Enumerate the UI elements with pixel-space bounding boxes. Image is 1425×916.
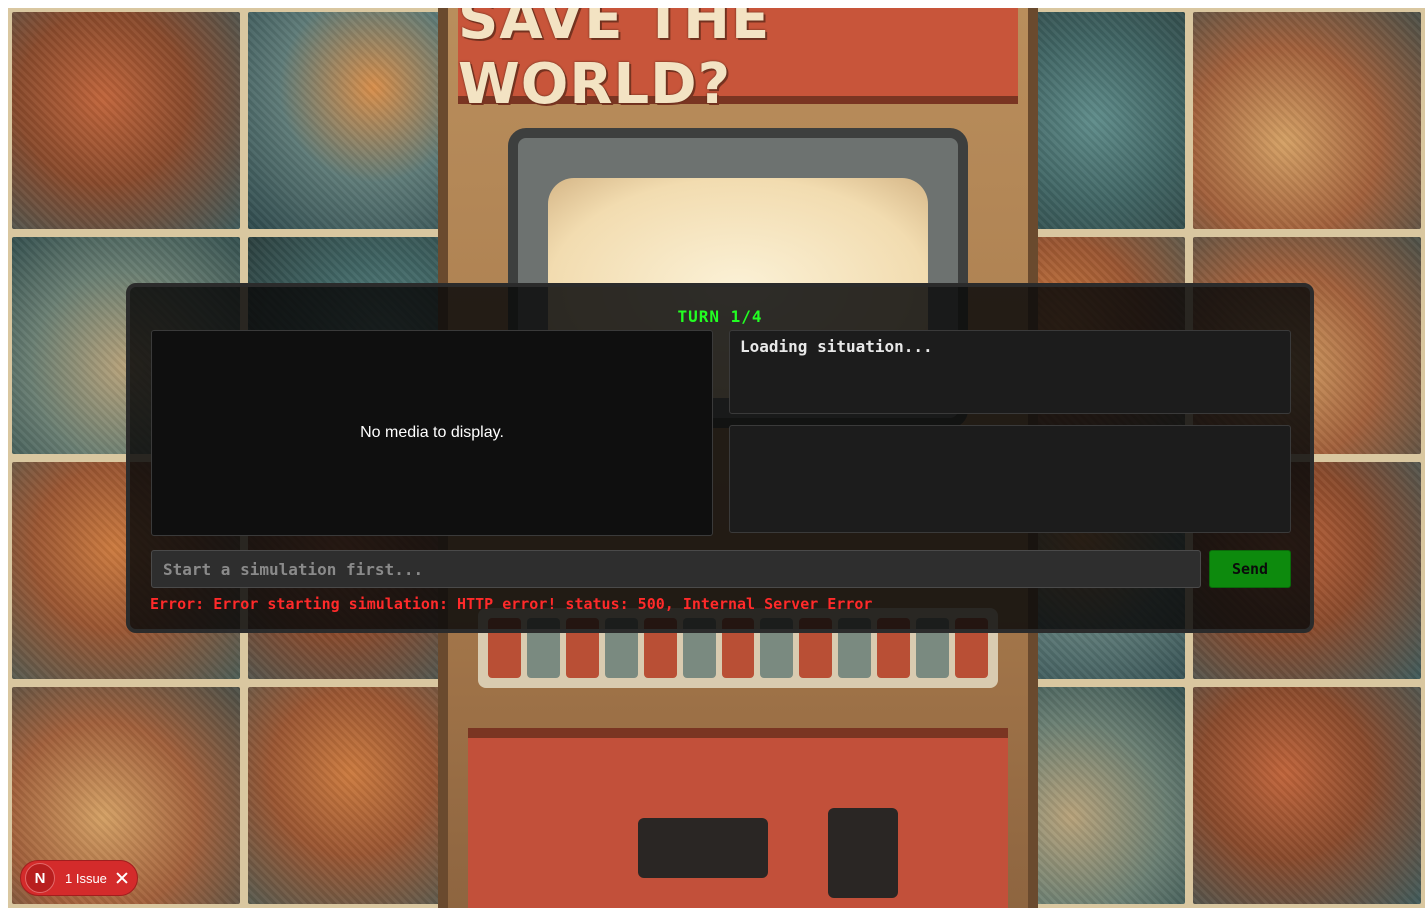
error-message: Error: Error starting simulation: HTTP e…: [150, 595, 873, 613]
send-button[interactable]: Send: [1209, 550, 1291, 588]
response-box: [729, 425, 1291, 533]
issues-count-label: 1 Issue: [65, 870, 107, 886]
marquee-title: SAVE THE WORLD?: [458, 8, 771, 117]
comic-panel: [1192, 687, 1421, 904]
action-input[interactable]: [151, 550, 1201, 588]
coin-slot: [638, 818, 768, 878]
coin-return: [828, 808, 898, 898]
issues-badge[interactable]: N 1 Issue: [20, 860, 138, 896]
media-empty-message: No media to display.: [360, 424, 504, 441]
comic-panel: [1192, 12, 1421, 229]
media-display: No media to display.: [151, 330, 713, 536]
n-logo-icon: N: [25, 863, 55, 893]
arcade-marquee: SAVE THE WORLD?: [458, 8, 1018, 117]
simulation-panel: TURN 1/4 No media to display. Loading si…: [126, 283, 1314, 633]
turn-counter: TURN 1/4: [677, 307, 763, 326]
situation-text-box: Loading situation...: [729, 330, 1291, 414]
situation-text: Loading situation...: [740, 337, 933, 356]
comic-panel: [12, 12, 241, 229]
close-icon[interactable]: [115, 871, 129, 885]
arcade-base: [468, 728, 1008, 908]
